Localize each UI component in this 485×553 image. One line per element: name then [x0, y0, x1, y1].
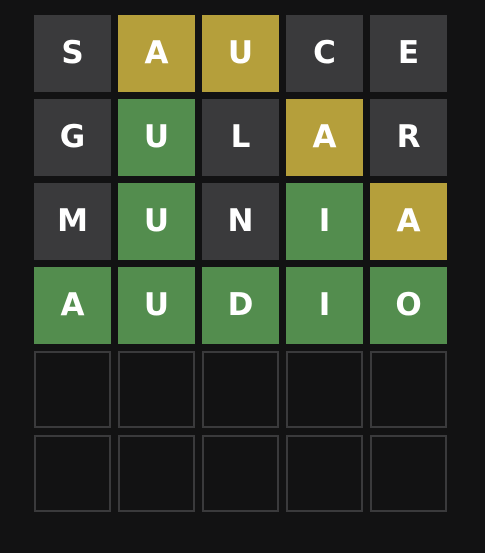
- tile-row2-col1: G: [34, 99, 111, 176]
- tile-row5-col2: [118, 351, 195, 428]
- tile-row6-col2: [118, 435, 195, 512]
- tile-row2-col3: L: [202, 99, 279, 176]
- tile-row5-col5: [370, 351, 447, 428]
- tile-row2-col5: R: [370, 99, 447, 176]
- tile-row2-col2: U: [118, 99, 195, 176]
- tile-row6-col5: [370, 435, 447, 512]
- game-board: SAUCEGULARMUNIAAUDIO: [34, 15, 447, 512]
- tile-row5-col3: [202, 351, 279, 428]
- tile-row2-col4: A: [286, 99, 363, 176]
- tile-row1-col4: C: [286, 15, 363, 92]
- tile-row3-col2: U: [118, 183, 195, 260]
- tile-row5-col1: [34, 351, 111, 428]
- tile-row4-col3: D: [202, 267, 279, 344]
- tile-row3-col5: A: [370, 183, 447, 260]
- tile-row3-col4: I: [286, 183, 363, 260]
- tile-row6-col1: [34, 435, 111, 512]
- tile-row6-col3: [202, 435, 279, 512]
- tile-row1-col2: A: [118, 15, 195, 92]
- tile-row3-col3: N: [202, 183, 279, 260]
- tile-row4-col5: O: [370, 267, 447, 344]
- tile-row5-col4: [286, 351, 363, 428]
- tile-row3-col1: M: [34, 183, 111, 260]
- tile-row6-col4: [286, 435, 363, 512]
- tile-row4-col1: A: [34, 267, 111, 344]
- tile-row4-col4: I: [286, 267, 363, 344]
- tile-row4-col2: U: [118, 267, 195, 344]
- tile-row1-col3: U: [202, 15, 279, 92]
- tile-row1-col5: E: [370, 15, 447, 92]
- tile-row1-col1: S: [34, 15, 111, 92]
